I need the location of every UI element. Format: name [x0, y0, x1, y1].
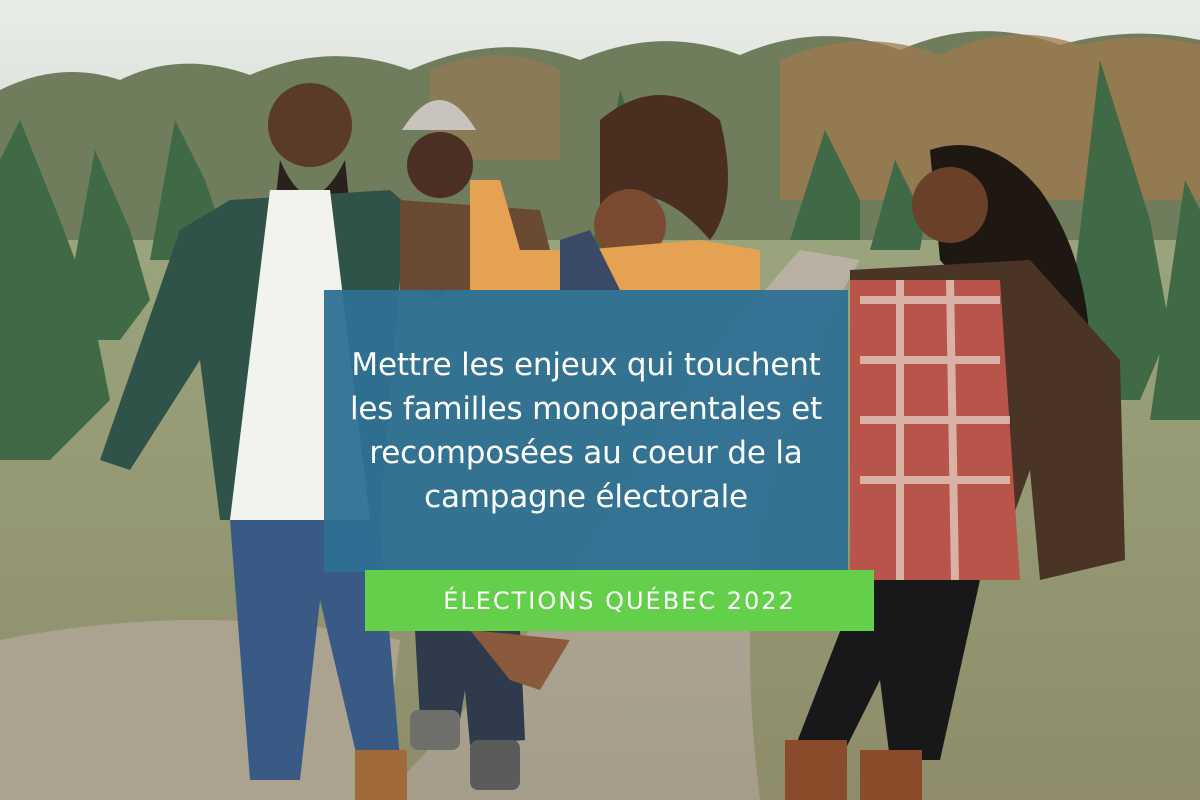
headline-box: Mettre les enjeux qui touchent les famil… — [324, 290, 848, 572]
election-badge: ÉLECTIONS QUÉBEC 2022 — [365, 570, 874, 631]
election-badge-label: ÉLECTIONS QUÉBEC 2022 — [443, 586, 796, 615]
headline: Mettre les enjeux qui touchent les famil… — [349, 347, 823, 515]
